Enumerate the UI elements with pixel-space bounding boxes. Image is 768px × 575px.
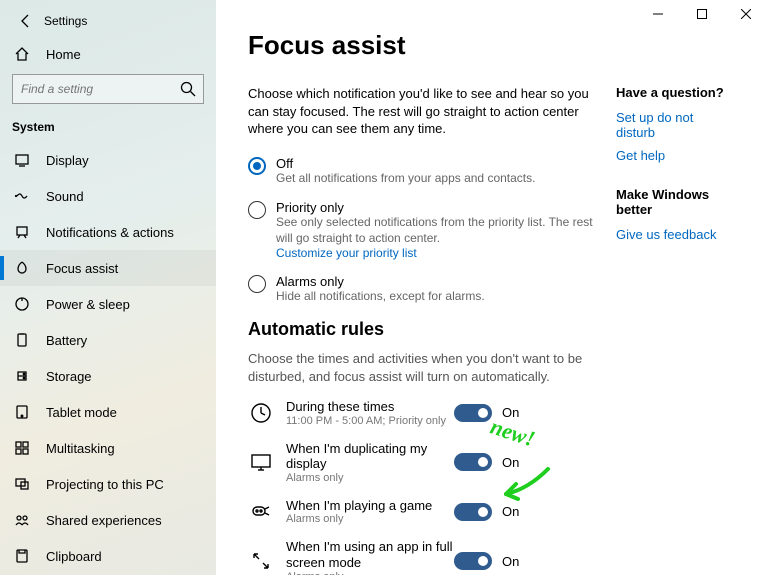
maximize-button[interactable]: [680, 0, 724, 28]
duplicate-display-icon: [248, 449, 274, 475]
fullscreen-icon: [248, 548, 274, 574]
battery-icon: [12, 332, 32, 348]
sound-icon: [12, 188, 32, 204]
radio-label: Off: [276, 156, 535, 171]
storage-icon: [12, 368, 32, 384]
toggle-state: On: [502, 455, 519, 470]
rule-duplicate-display[interactable]: When I'm duplicating my displayAlarms on…: [248, 441, 596, 484]
page-description: Choose which notification you'd like to …: [248, 85, 596, 138]
search-input[interactable]: [12, 74, 204, 104]
toggle-fullscreen[interactable]: [454, 552, 492, 570]
game-icon: [248, 499, 274, 525]
toggle-state: On: [502, 554, 519, 569]
home-label: Home: [46, 47, 81, 62]
nav-label: Storage: [46, 369, 92, 384]
automatic-rules-desc: Choose the times and activities when you…: [248, 350, 596, 385]
multitasking-icon: [12, 440, 32, 456]
nav-label: Power & sleep: [46, 297, 130, 312]
radio-icon: [248, 275, 266, 293]
sidebar: Settings Home System Display Sound Notific…: [0, 0, 216, 575]
rule-label: During these times: [286, 399, 454, 415]
toggle-state: On: [502, 504, 519, 519]
rule-label: When I'm using an app in full screen mod…: [286, 539, 454, 570]
sidebar-item-power-sleep[interactable]: Power & sleep: [0, 286, 216, 322]
nav-label: Clipboard: [46, 549, 102, 564]
display-icon: [12, 152, 32, 168]
sidebar-item-notifications[interactable]: Notifications & actions: [0, 214, 216, 250]
times-icon: [248, 400, 274, 426]
help-link-gethelp[interactable]: Get help: [616, 148, 728, 163]
shared-experiences-icon: [12, 512, 32, 528]
toggle-times[interactable]: [454, 404, 492, 422]
nav-label: Notifications & actions: [46, 225, 174, 240]
power-sleep-icon: [12, 296, 32, 312]
nav-label: Sound: [46, 189, 84, 204]
sidebar-item-focus-assist[interactable]: Focus assist: [0, 250, 216, 286]
minimize-button[interactable]: [636, 0, 680, 28]
rule-times[interactable]: During these times11:00 PM - 5:00 AM; Pr…: [248, 399, 596, 427]
radio-sub: Hide all notifications, except for alarm…: [276, 289, 485, 305]
automatic-rules-header: Automatic rules: [248, 319, 596, 340]
sidebar-item-shared-experiences[interactable]: Shared experiences: [0, 502, 216, 538]
projecting-icon: [12, 476, 32, 492]
nav-label: Focus assist: [46, 261, 118, 276]
radio-icon: [248, 201, 266, 219]
radio-sub: See only selected notifications from the…: [276, 215, 596, 246]
page-title: Focus assist: [248, 30, 728, 61]
sidebar-item-sound[interactable]: Sound: [0, 178, 216, 214]
radio-sub: Get all notifications from your apps and…: [276, 171, 535, 187]
sidebar-item-battery[interactable]: Battery: [0, 322, 216, 358]
focus-assist-icon: [12, 260, 32, 276]
sidebar-item-clipboard[interactable]: Clipboard: [0, 538, 216, 574]
sidebar-item-tablet-mode[interactable]: Tablet mode: [0, 394, 216, 430]
main-content: Focus assist Choose which notification y…: [216, 0, 768, 575]
home-icon: [12, 46, 32, 62]
radio-label: Alarms only: [276, 274, 485, 289]
sidebar-item-storage[interactable]: Storage: [0, 358, 216, 394]
feedback-link[interactable]: Give us feedback: [616, 227, 728, 242]
question-title: Have a question?: [616, 85, 728, 100]
rule-sub: Alarms only: [286, 472, 454, 484]
close-button[interactable]: [724, 0, 768, 28]
rule-sub: 11:00 PM - 5:00 AM; Priority only: [286, 415, 454, 427]
customize-priority-link[interactable]: Customize your priority list: [276, 246, 596, 260]
search-icon: [180, 81, 196, 100]
section-title: System: [0, 116, 216, 142]
help-link-dnd[interactable]: Set up do not disturb: [616, 110, 728, 140]
nav-label: Multitasking: [46, 441, 115, 456]
nav-label: Battery: [46, 333, 87, 348]
nav-label: Projecting to this PC: [46, 477, 164, 492]
feedback-title: Make Windows better: [616, 187, 728, 217]
sidebar-item-multitasking[interactable]: Multitasking: [0, 430, 216, 466]
radio-label: Priority only: [276, 200, 596, 215]
radio-icon: [248, 157, 266, 175]
nav-label: Tablet mode: [46, 405, 117, 420]
clipboard-icon: [12, 548, 32, 564]
radio-alarms[interactable]: Alarms only Hide all notifications, exce…: [248, 274, 596, 305]
rule-fullscreen[interactable]: When I'm using an app in full screen mod…: [248, 539, 596, 575]
radio-off[interactable]: Off Get all notifications from your apps…: [248, 156, 596, 187]
sidebar-item-projecting[interactable]: Projecting to this PC: [0, 466, 216, 502]
rule-sub: Alarms only: [286, 571, 454, 575]
nav-label: Shared experiences: [46, 513, 162, 528]
toggle-game[interactable]: [454, 503, 492, 521]
rule-label: When I'm playing a game: [286, 498, 454, 514]
notifications-icon: [12, 224, 32, 240]
rule-label: When I'm duplicating my display: [286, 441, 454, 472]
toggle-state: On: [502, 405, 519, 420]
tablet-mode-icon: [12, 404, 32, 420]
radio-priority[interactable]: Priority only See only selected notifica…: [248, 200, 596, 260]
rule-sub: Alarms only: [286, 513, 454, 525]
rule-game[interactable]: When I'm playing a gameAlarms only On: [248, 498, 596, 526]
sidebar-item-display[interactable]: Display: [0, 142, 216, 178]
sidebar-item-home[interactable]: Home: [0, 36, 216, 72]
app-title: Settings: [44, 14, 87, 28]
toggle-duplicate-display[interactable]: [454, 453, 492, 471]
back-button[interactable]: [12, 7, 40, 35]
nav-label: Display: [46, 153, 89, 168]
